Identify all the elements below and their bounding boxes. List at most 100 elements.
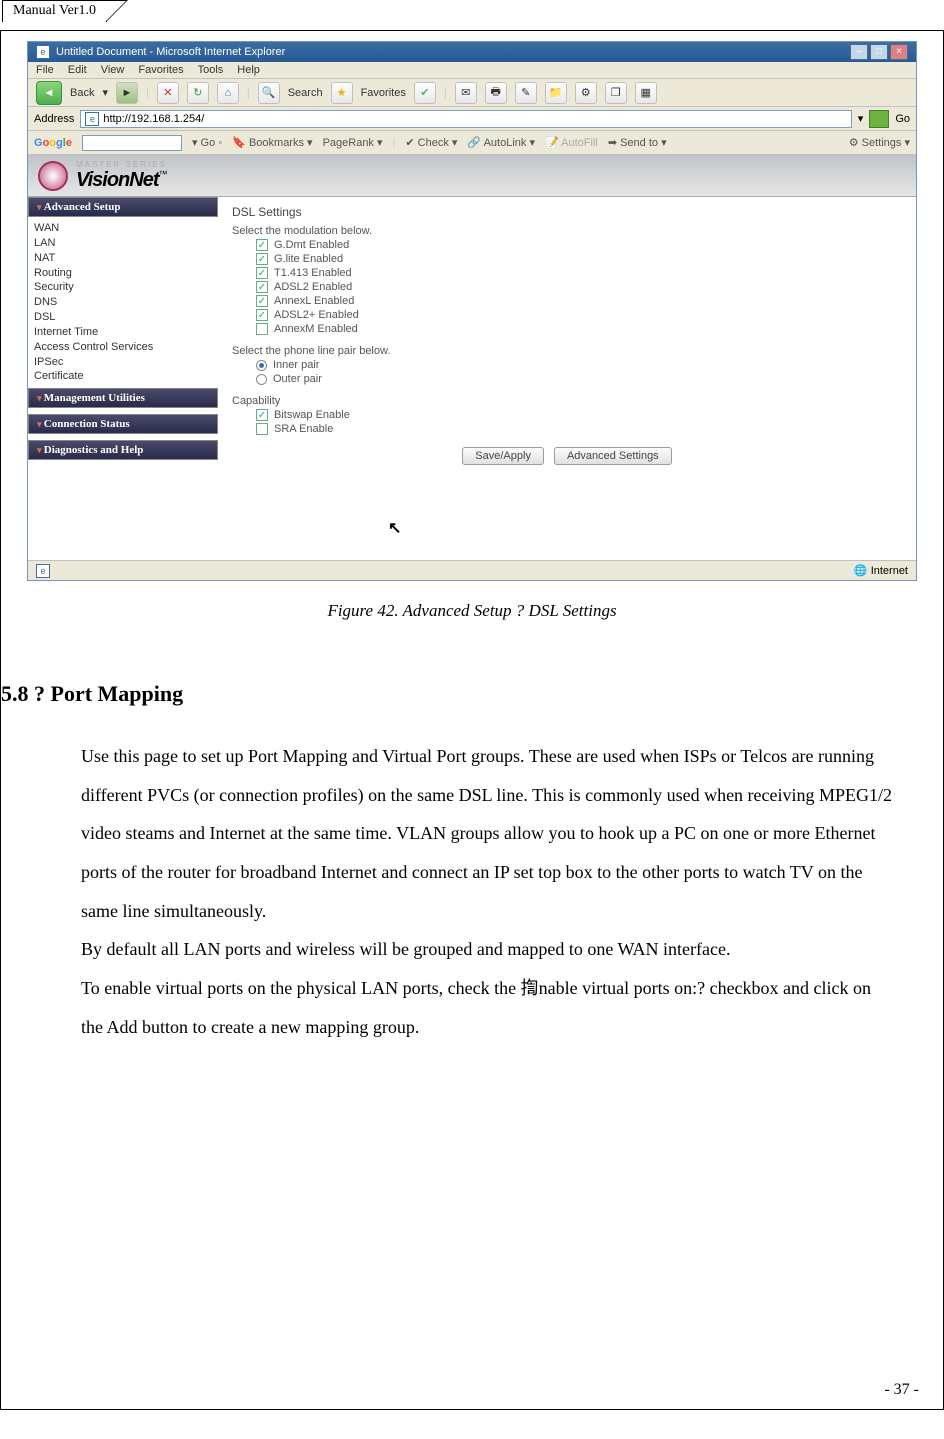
sidebar-item-access-control[interactable]: Access Control Services <box>34 340 212 355</box>
maximize-button[interactable]: □ <box>870 44 888 60</box>
tool-icon-2[interactable]: ❐ <box>605 82 627 104</box>
menu-help[interactable]: Help <box>237 64 260 76</box>
label-sra: SRA Enable <box>274 423 333 435</box>
label-adsl2plus: ADSL2+ Enabled <box>274 309 359 321</box>
menu-edit[interactable]: Edit <box>68 64 87 76</box>
checkbox-gdmt[interactable] <box>256 239 268 251</box>
stop-button[interactable]: ✕ <box>157 82 179 104</box>
history-icon[interactable]: ✔ <box>414 82 436 104</box>
sidebar: Advanced Setup WAN LAN NAT Routing Secur… <box>28 197 218 473</box>
address-label: Address <box>34 113 74 125</box>
status-page-icon: e <box>36 564 50 578</box>
status-internet: 🌐 Internet <box>854 564 908 577</box>
checkbox-annexl[interactable] <box>256 295 268 307</box>
page-frame: e Untitled Document - Microsoft Internet… <box>0 30 944 1410</box>
print-icon[interactable]: 🖶 <box>485 82 507 104</box>
home-button[interactable]: ⌂ <box>217 82 239 104</box>
search-icon[interactable]: 🔍 <box>258 82 280 104</box>
page-icon: e <box>85 112 99 126</box>
sidebar-item-wan[interactable]: WAN <box>34 221 212 236</box>
section-heading: 5.8 ? Port Mapping <box>1 681 923 707</box>
label-inner-pair: Inner pair <box>273 359 319 371</box>
sidebar-diagnostics[interactable]: Diagnostics and Help <box>28 440 218 460</box>
google-autofill[interactable]: 📝 AutoFill <box>545 136 598 149</box>
google-bookmarks[interactable]: 🔖 Bookmarks ▾ <box>232 136 312 149</box>
paragraph-2: By default all LAN ports and wireless wi… <box>81 930 893 969</box>
menu-file[interactable]: File <box>36 64 54 76</box>
google-pagerank[interactable]: PageRank ▾ <box>323 136 383 149</box>
google-toolbar: Google ▾ Go ◦ 🔖 Bookmarks ▾ PageRank ▾ |… <box>28 131 916 155</box>
back-dropdown-icon[interactable]: ▾ <box>102 86 108 99</box>
sidebar-connection-status[interactable]: Connection Status <box>28 414 218 434</box>
radio-outer-pair[interactable] <box>256 374 267 385</box>
nav-toolbar: ◄ Back ▾ ► | ✕ ↻ ⌂ | 🔍 Search ★ Favorite… <box>28 79 916 107</box>
forward-button[interactable]: ► <box>116 82 138 104</box>
sidebar-management[interactable]: Management Utilities <box>28 388 218 408</box>
checkbox-adsl2plus[interactable] <box>256 309 268 321</box>
router-banner: MASTER SERIES VisionNet™ <box>28 155 916 197</box>
screenshot-figure: e Untitled Document - Microsoft Internet… <box>27 41 917 581</box>
menu-tools[interactable]: Tools <box>198 64 224 76</box>
back-button[interactable]: ◄ <box>36 81 62 105</box>
sidebar-advanced-setup[interactable]: Advanced Setup <box>28 197 218 217</box>
sidebar-item-lan[interactable]: LAN <box>34 236 212 251</box>
close-button[interactable]: × <box>890 44 908 60</box>
label-outer-pair: Outer pair <box>273 373 322 385</box>
label-annexl: AnnexL Enabled <box>274 295 354 307</box>
radio-inner-pair[interactable] <box>256 360 267 371</box>
address-input[interactable]: e http://192.168.1.254/ <box>80 110 851 128</box>
checkbox-bitswap[interactable] <box>256 409 268 421</box>
sidebar-item-internet-time[interactable]: Internet Time <box>34 325 212 340</box>
checkbox-adsl2[interactable] <box>256 281 268 293</box>
sidebar-item-routing[interactable]: Routing <box>34 266 212 281</box>
figure-caption: Figure 42. Advanced Setup ? DSL Settings <box>21 601 923 621</box>
sidebar-item-dsl[interactable]: DSL <box>34 310 212 325</box>
minimize-button[interactable]: – <box>850 44 868 60</box>
mail-icon[interactable]: ✉ <box>455 82 477 104</box>
label-bitswap: Bitswap Enable <box>274 409 350 421</box>
address-dropdown-icon[interactable]: ▾ <box>858 112 864 125</box>
paragraph-1: Use this page to set up Port Mapping and… <box>81 737 893 930</box>
menu-favorites[interactable]: Favorites <box>138 64 183 76</box>
brand-name: VisionNet™ <box>76 169 167 191</box>
ie-icon: e <box>36 45 50 59</box>
sidebar-item-ipsec[interactable]: IPSec <box>34 355 212 370</box>
tool-icon-1[interactable]: ⚙ <box>575 82 597 104</box>
google-go[interactable]: ▾ Go ◦ <box>192 136 222 149</box>
advanced-settings-button[interactable]: Advanced Settings <box>554 447 672 465</box>
save-apply-button[interactable]: Save/Apply <box>462 447 544 465</box>
sidebar-item-security[interactable]: Security <box>34 280 212 295</box>
tool-icon-3[interactable]: ▦ <box>635 82 657 104</box>
google-autolink[interactable]: 🔗 AutoLink ▾ <box>467 136 535 149</box>
google-search-input[interactable] <box>82 135 182 151</box>
checkbox-sra[interactable] <box>256 423 268 435</box>
capability-label: Capability <box>232 395 902 407</box>
favorites-label[interactable]: Favorites <box>361 87 406 99</box>
router-page: MASTER SERIES VisionNet™ Advanced Setup … <box>28 155 916 473</box>
menu-view[interactable]: View <box>101 64 125 76</box>
brand-logo-icon <box>38 161 68 191</box>
google-sendto[interactable]: ➡ Send to ▾ <box>608 136 667 149</box>
checkbox-annexm[interactable] <box>256 323 268 335</box>
sidebar-item-certificate[interactable]: Certificate <box>34 369 212 384</box>
label-adsl2: ADSL2 Enabled <box>274 281 352 293</box>
checkbox-t1413[interactable] <box>256 267 268 279</box>
google-settings[interactable]: ⚙ Settings ▾ <box>849 136 910 149</box>
status-bar: e 🌐 Internet <box>28 560 916 580</box>
checkbox-glite[interactable] <box>256 253 268 265</box>
sidebar-item-dns[interactable]: DNS <box>34 295 212 310</box>
sidebar-item-nat[interactable]: NAT <box>34 251 212 266</box>
label-t1413: T1.413 Enabled <box>274 267 352 279</box>
search-label[interactable]: Search <box>288 87 323 99</box>
paragraph-3: To enable virtual ports on the physical … <box>81 969 893 1046</box>
refresh-button[interactable]: ↻ <box>187 82 209 104</box>
favorites-icon[interactable]: ★ <box>331 82 353 104</box>
go-label: Go <box>895 113 910 125</box>
edit-icon[interactable]: ✎ <box>515 82 537 104</box>
window-titlebar: e Untitled Document - Microsoft Internet… <box>28 42 916 62</box>
go-button[interactable] <box>869 110 889 128</box>
google-check[interactable]: ✔ Check ▾ <box>405 136 457 149</box>
page-number: - 37 - <box>884 1381 919 1399</box>
folder-icon[interactable]: 📁 <box>545 82 567 104</box>
address-url: http://192.168.1.254/ <box>103 113 204 125</box>
